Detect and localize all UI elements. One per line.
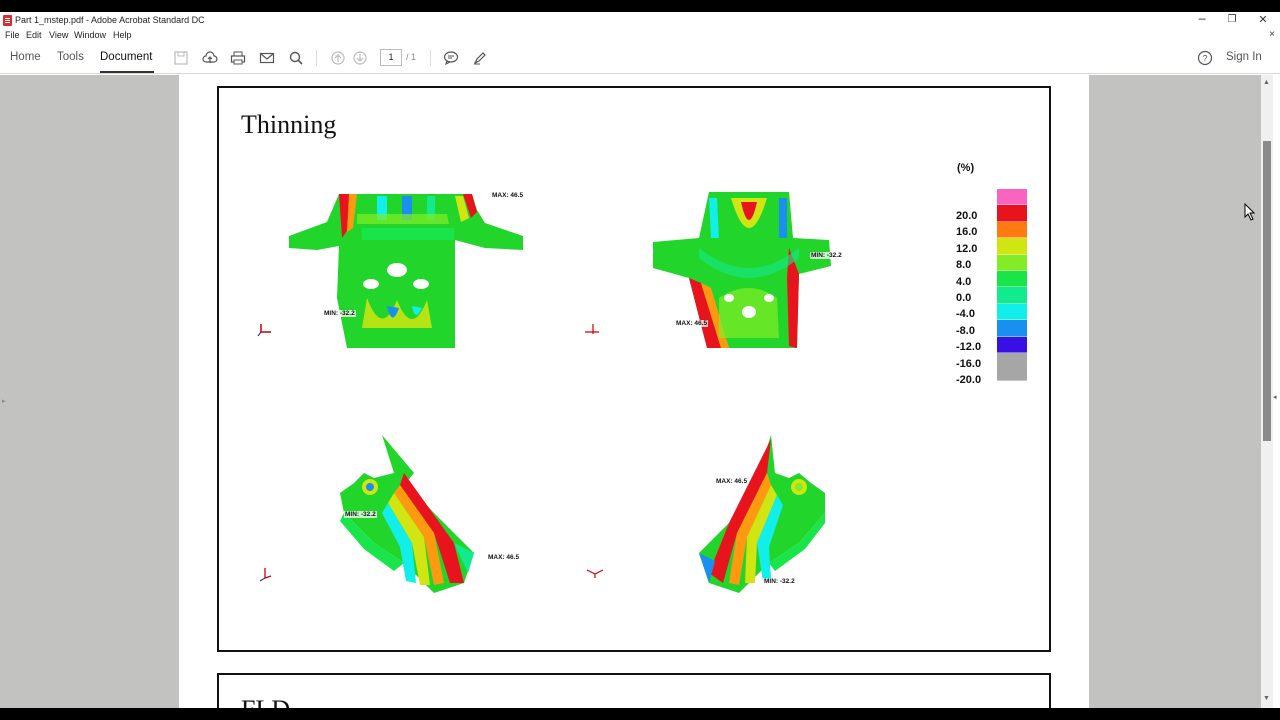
legend-label: 4.0 <box>956 275 972 288</box>
next-page-icon[interactable] <box>352 50 368 66</box>
legend-swatch <box>997 189 1027 206</box>
axis-triad-icon <box>257 324 271 337</box>
tab-document[interactable]: Document <box>100 51 152 63</box>
slide-fld: FLD <box>217 673 1051 708</box>
title-bar: Part 1_mstep.pdf - Adobe Acrobat Standar… <box>0 12 1280 29</box>
legend-swatch <box>997 287 1027 304</box>
tab-tools[interactable]: Tools <box>57 51 84 63</box>
restore-button[interactable]: ❐ <box>1221 13 1243 27</box>
letterbox-bottom <box>0 708 1280 720</box>
axis-triad-icon <box>586 569 604 578</box>
legend-label: -16.0 <box>956 357 982 370</box>
legend-unit: (%) <box>957 162 975 174</box>
main-toolbar: Home Tools Document 1 / 1 ? Sign In <box>0 42 1280 74</box>
legend-label: -12.0 <box>956 341 982 354</box>
toolbar-separator <box>316 50 317 66</box>
legend-label: 20.0 <box>956 210 978 222</box>
menu-view[interactable]: View <box>49 30 68 40</box>
part-view-bottom <box>653 192 831 348</box>
slide-title: Thinning <box>241 110 337 139</box>
legend-swatch <box>997 221 1027 239</box>
right-pane-collapsed: ◂ <box>1273 75 1280 708</box>
comment-icon[interactable] <box>443 50 459 66</box>
slide-thinning: Thinning MAX: 46.5 MIN: -32.2 MIN: -32.2… <box>217 86 1051 652</box>
legend-label: 12.0 <box>956 242 978 255</box>
menu-window[interactable]: Window <box>74 30 106 40</box>
svg-text:?: ? <box>1202 54 1207 64</box>
legend-swatch <box>997 336 1027 353</box>
legend-swatch <box>997 270 1027 288</box>
search-icon[interactable] <box>288 50 304 66</box>
legend-label: -8.0 <box>956 324 975 337</box>
close-window-button[interactable]: ✕ <box>1252 13 1274 27</box>
min-value-label: MIN: -32.2 <box>810 252 843 259</box>
help-icon[interactable]: ? <box>1197 50 1213 66</box>
highlight-pen-icon[interactable] <box>472 50 488 66</box>
save-icon[interactable] <box>173 50 189 66</box>
close-document-icon[interactable]: × <box>1269 29 1275 40</box>
page-number-input[interactable]: 1 <box>380 49 402 66</box>
window-title: Part 1_mstep.pdf - Adobe Acrobat Standar… <box>15 15 205 25</box>
menu-edit[interactable]: Edit <box>26 30 42 40</box>
tab-home[interactable]: Home <box>10 51 41 63</box>
print-icon[interactable] <box>230 50 246 66</box>
legend-label: -20.0 <box>956 374 982 386</box>
axis-triad-icon <box>585 324 599 334</box>
previous-page-icon[interactable] <box>330 50 346 66</box>
legend-swatch <box>997 205 1027 222</box>
menu-bar: File Edit View Window Help × <box>0 29 1280 42</box>
upload-cloud-icon[interactable] <box>202 50 218 66</box>
sign-in-link[interactable]: Sign In <box>1226 51 1262 63</box>
vertical-scrollbar[interactable]: ▲ ▼ <box>1261 75 1273 708</box>
legend-label: -4.0 <box>956 308 975 321</box>
min-value-label: MIN: -32.2 <box>763 578 796 585</box>
legend-swatch <box>997 352 1027 381</box>
legend-swatch <box>997 254 1027 271</box>
color-legend-bar <box>997 189 1027 381</box>
axis-triad-icon <box>259 568 272 582</box>
legend-label: 8.0 <box>956 259 972 272</box>
part-view-top <box>289 194 523 348</box>
legend-label: 0.0 <box>956 292 972 304</box>
acrobat-window: Part 1_mstep.pdf - Adobe Acrobat Standar… <box>0 12 1280 708</box>
minimize-button[interactable]: ─ <box>1191 13 1213 27</box>
max-value-label: MAX: 46.5 <box>675 320 709 327</box>
max-value-label: MAX: 46.5 <box>487 554 521 561</box>
document-view[interactable]: ▸ Thinning MAX: 46.5 MIN: -32.2 MIN: -32… <box>0 75 1261 708</box>
scroll-down-icon[interactable]: ▼ <box>1263 695 1270 702</box>
slide-title: FLD <box>241 695 290 708</box>
active-tab-indicator <box>100 71 154 73</box>
mouse-cursor-icon <box>1244 203 1256 221</box>
page-total: / 1 <box>406 52 417 62</box>
part-view-iso-right <box>699 435 825 593</box>
left-panel-toggle-icon[interactable]: ▸ <box>2 397 6 405</box>
pdf-page: Thinning MAX: 46.5 MIN: -32.2 MIN: -32.2… <box>179 75 1089 708</box>
right-pane-toggle-icon[interactable]: ◂ <box>1273 393 1277 401</box>
pdf-app-icon <box>3 15 12 26</box>
min-value-label: MIN: -32.2 <box>323 310 356 317</box>
legend-swatch <box>997 320 1027 337</box>
max-value-label: MAX: 46.5 <box>715 478 749 485</box>
menu-file[interactable]: File <box>5 30 20 40</box>
legend-swatch <box>997 238 1027 255</box>
max-value-label: MAX: 46.5 <box>491 192 525 199</box>
email-icon[interactable] <box>259 50 275 66</box>
min-value-label: MIN: -32.2 <box>344 511 377 518</box>
scroll-up-icon[interactable]: ▲ <box>1263 79 1270 86</box>
legend-swatch <box>997 303 1027 321</box>
menu-help[interactable]: Help <box>113 30 132 40</box>
toolbar-separator <box>430 50 431 66</box>
legend-label: 16.0 <box>956 226 978 239</box>
scrollbar-thumb[interactable] <box>1263 141 1271 441</box>
